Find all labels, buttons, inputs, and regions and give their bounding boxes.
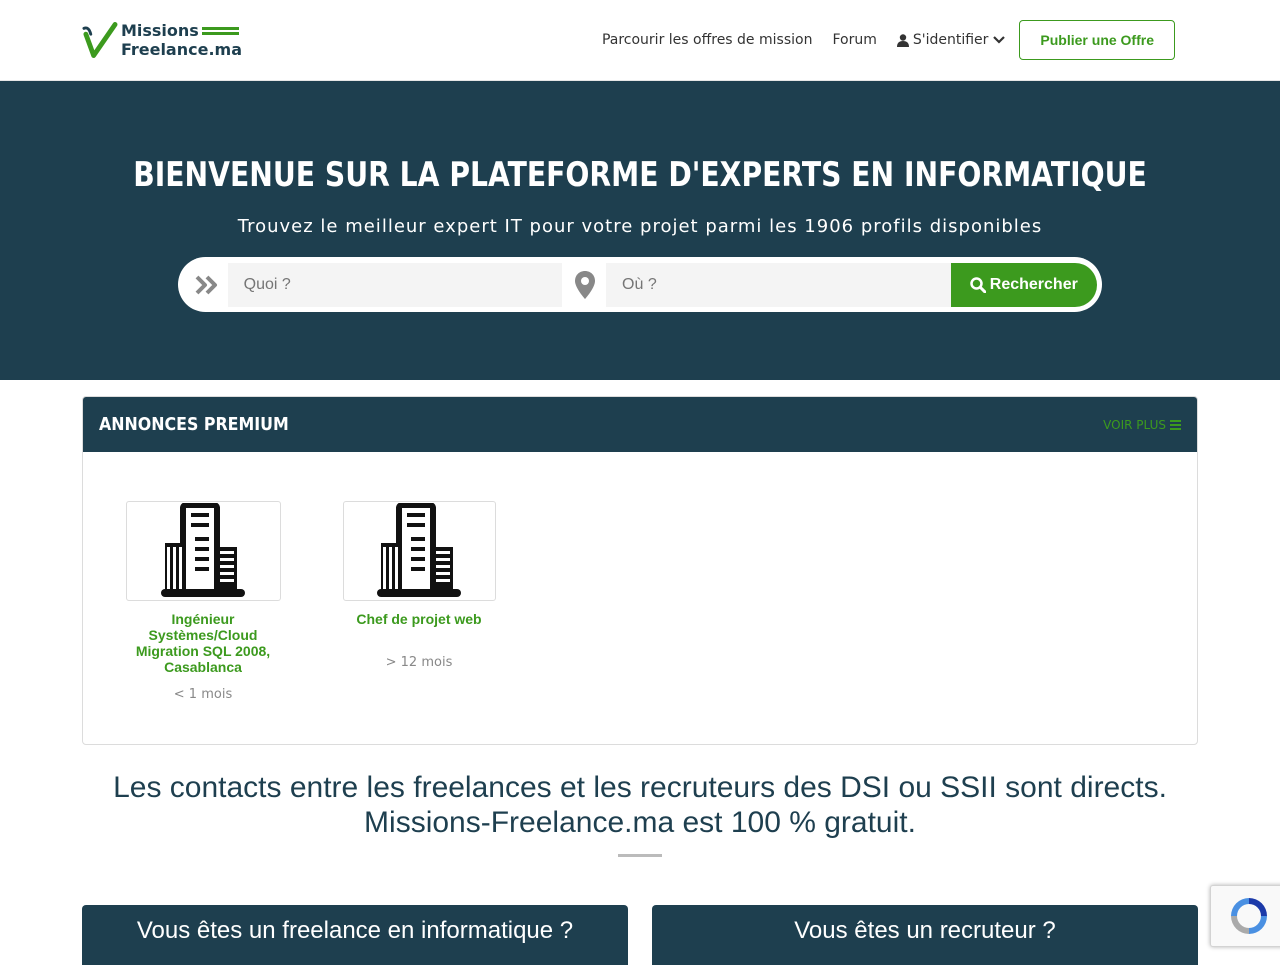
double-chevron-right-icon — [192, 270, 222, 300]
list-icon — [1170, 418, 1181, 432]
publish-offer-button[interactable]: Publier une Offre — [1019, 20, 1175, 60]
premium-ads-panel: ANNONCES PREMIUM VOIR PLUS Ingénieur Sys… — [82, 396, 1198, 745]
company-building-icon — [342, 501, 496, 601]
logo-text-line1: Missions — [120, 21, 199, 40]
search-what-input[interactable] — [227, 262, 563, 307]
premium-ads-title: ANNONCES PREMIUM — [99, 414, 289, 435]
top-navbar: Missions Freelance.ma Parcourir les offr… — [0, 0, 1280, 81]
chevron-down-icon — [993, 36, 1006, 44]
main-nav: Parcourir les offres de mission Forum S'… — [582, 20, 1175, 60]
premium-ad-title[interactable]: Chef de projet web — [341, 611, 497, 627]
search-where-input[interactable] — [606, 262, 951, 307]
premium-ad-card[interactable]: Chef de projet web > 12 mois — [341, 501, 497, 670]
search-button-label: Rechercher — [989, 275, 1078, 293]
search-bar: Rechercher — [178, 257, 1102, 312]
recaptcha-icon — [1230, 898, 1267, 934]
freelance-box-header: Vous êtes un freelance en informatique ? — [82, 905, 628, 965]
nav-forum[interactable]: Forum — [832, 32, 876, 48]
recruiter-box-header: Vous êtes un recruteur ? — [652, 905, 1198, 965]
user-icon — [896, 33, 909, 47]
tagline: Les contacts entre les freelances et les… — [0, 770, 1280, 840]
recaptcha-badge[interactable] — [1210, 885, 1280, 947]
see-more-link[interactable]: VOIR PLUS — [1103, 418, 1181, 432]
search-icon — [970, 276, 986, 293]
nav-browse-missions[interactable]: Parcourir les offres de mission — [602, 32, 813, 48]
logo-check-icon — [82, 22, 118, 58]
premium-ad-age: < 1 mois — [173, 687, 233, 702]
hero-subtitle: Trouvez le meilleur expert IT pour votre… — [237, 216, 1043, 237]
nav-login-label: S'identifier — [912, 32, 989, 48]
tagline-line1: Les contacts entre les freelances et les… — [113, 771, 1167, 804]
logo-text-line2: Freelance.ma — [120, 40, 242, 59]
nav-login-dropdown[interactable]: S'identifier — [896, 32, 1006, 48]
tagline-line2: Missions-Freelance.ma est 100 % gratuit. — [364, 806, 916, 839]
company-building-icon — [125, 501, 281, 601]
map-marker-icon — [570, 270, 600, 300]
premium-ad-title[interactable]: Ingénieur Systèmes/Cloud Migration SQL 2… — [125, 611, 281, 675]
logo-bars — [201, 25, 239, 37]
premium-ad-card[interactable]: Ingénieur Systèmes/Cloud Migration SQL 2… — [125, 501, 281, 702]
divider — [618, 854, 662, 857]
see-more-label: VOIR PLUS — [1103, 417, 1166, 432]
hero-title: BIENVENUE SUR LA PLATEFORME D'EXPERTS EN… — [133, 155, 1147, 195]
site-logo[interactable]: Missions Freelance.ma — [82, 19, 242, 61]
premium-ad-age: > 12 mois — [385, 655, 453, 670]
premium-ads-header: ANNONCES PREMIUM VOIR PLUS — [83, 397, 1197, 452]
hero-section: BIENVENUE SUR LA PLATEFORME D'EXPERTS EN… — [0, 81, 1280, 380]
search-button[interactable]: Rechercher — [950, 262, 1097, 307]
